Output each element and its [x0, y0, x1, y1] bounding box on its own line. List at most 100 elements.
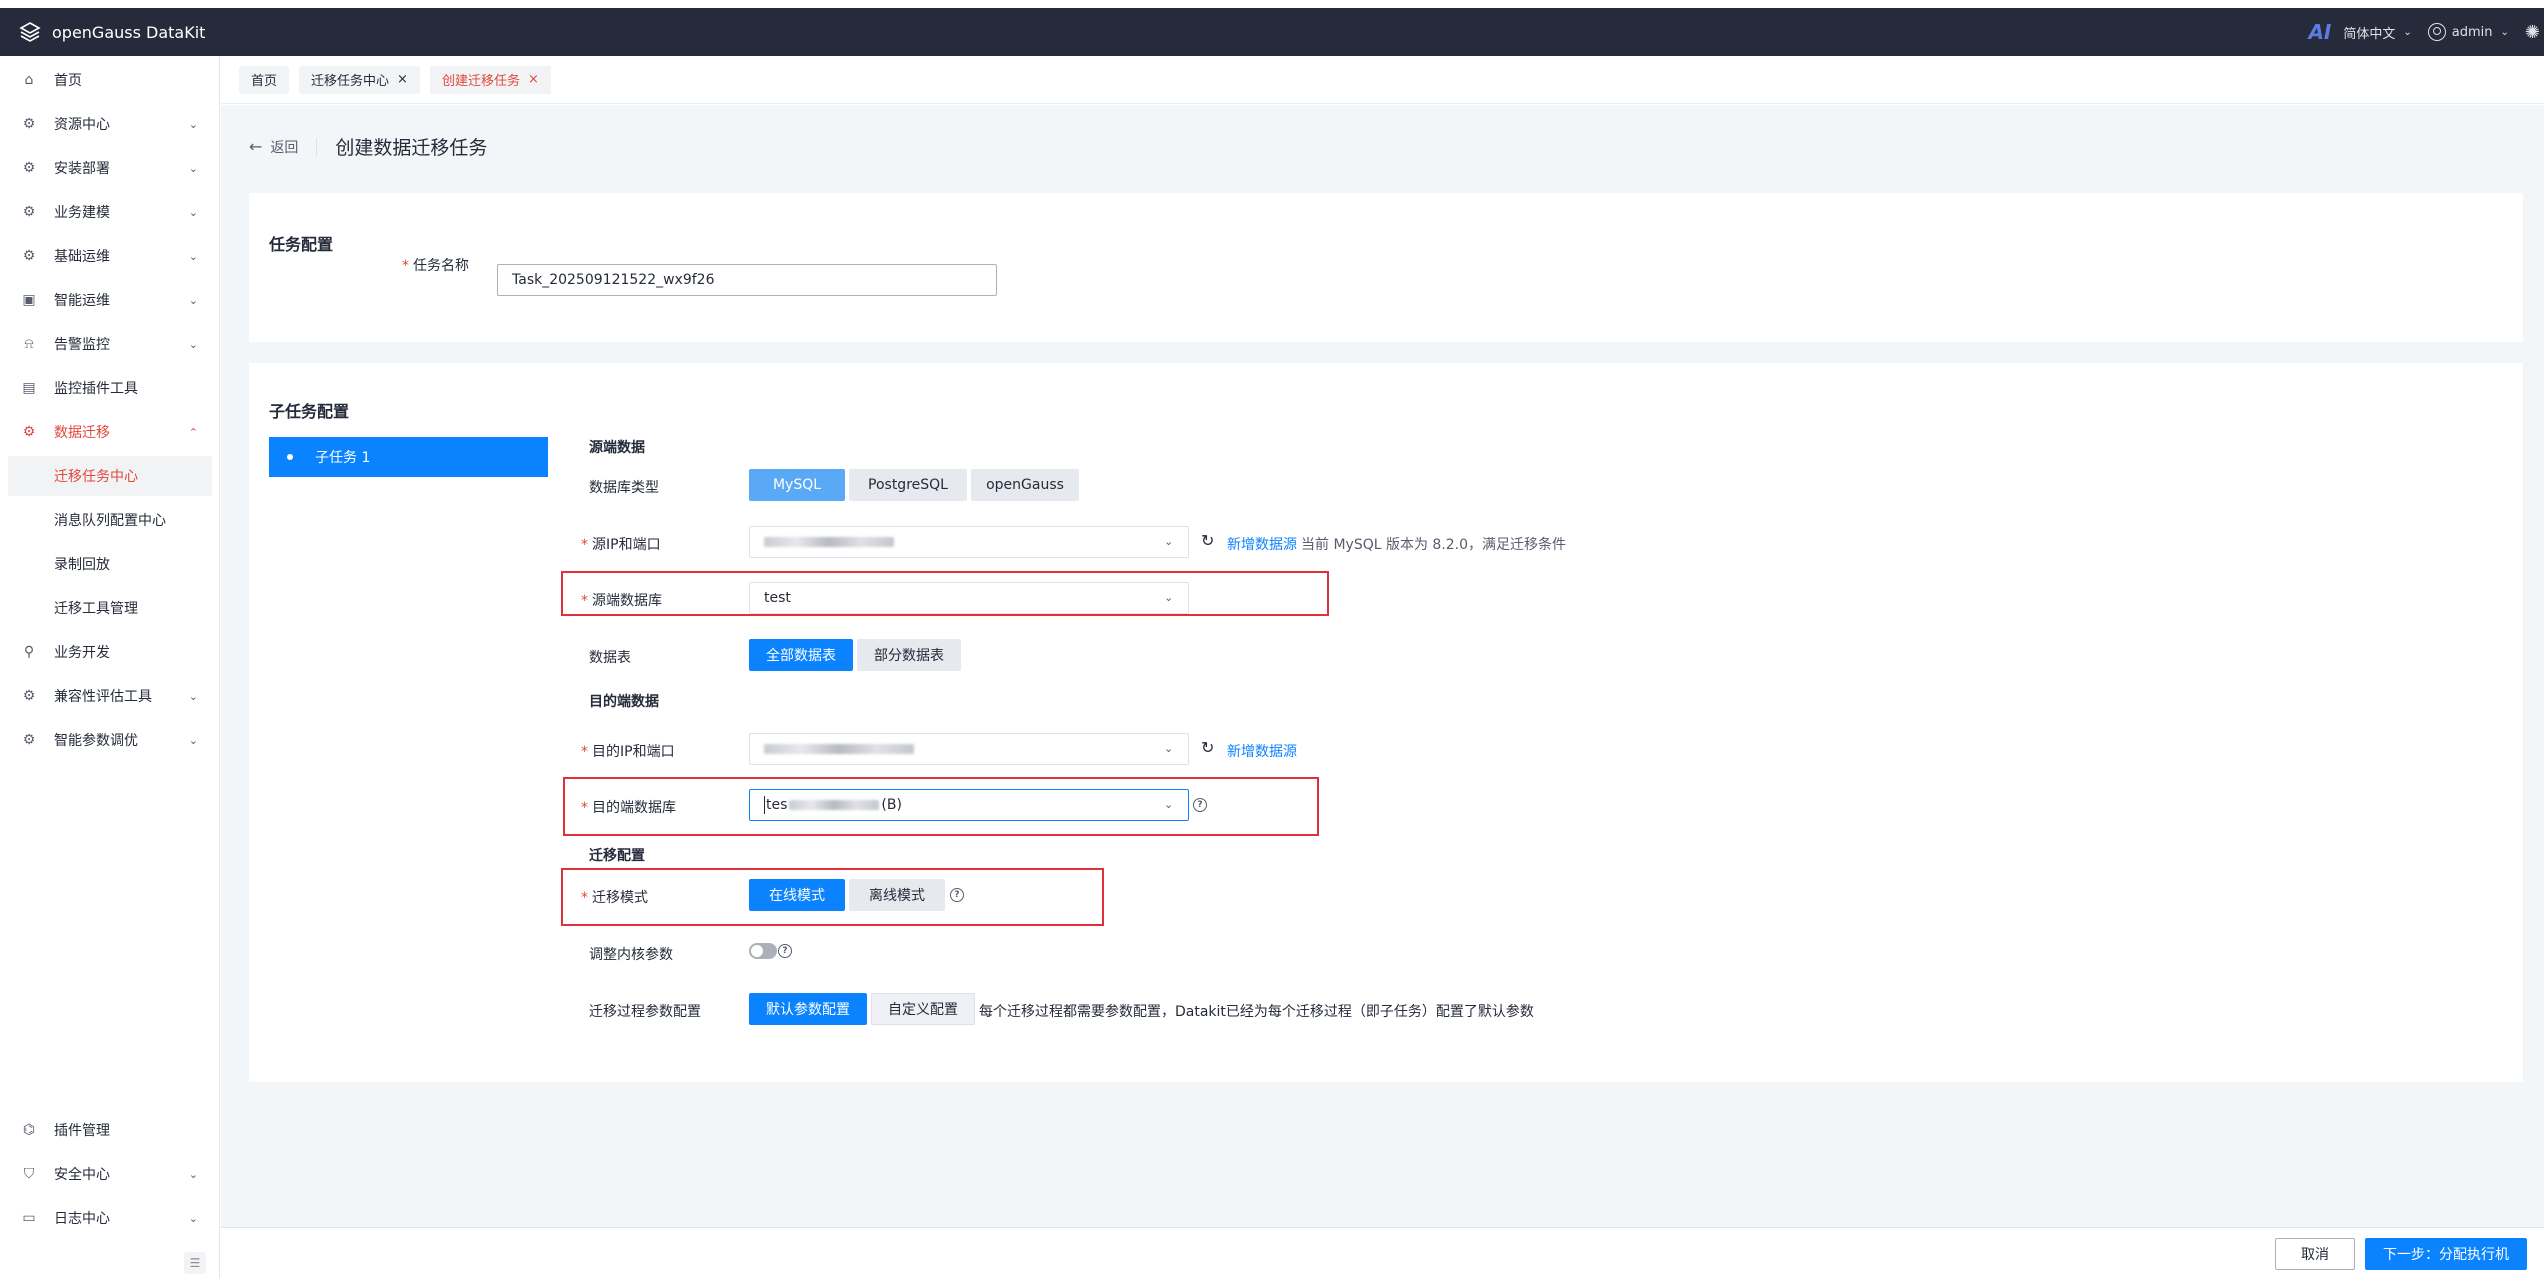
chevron-down-icon: ⌄	[188, 293, 198, 307]
sidebar-subitem-mq-config-center[interactable]: 消息队列配置中心	[8, 500, 212, 540]
source-ip-select[interactable]: ⌄	[749, 526, 1189, 558]
process-params-group: 默认参数配置 自定义配置	[749, 993, 979, 1025]
help-icon[interactable]: ?	[950, 888, 964, 902]
migration-mode-label: * 迁移模式	[581, 887, 648, 907]
next-step-button[interactable]: 下一步：分配执行机	[2365, 1238, 2527, 1270]
close-icon[interactable]: ×	[528, 72, 539, 87]
ai-assistant-button[interactable]: AI	[2308, 20, 2331, 44]
sidebar-item-home[interactable]: ⌂ 首页	[0, 60, 220, 100]
arrow-left-icon: ←	[249, 137, 263, 156]
theme-sun-icon[interactable]: ✺	[2525, 22, 2540, 43]
source-new-datasource-link[interactable]: 新增数据源	[1227, 534, 1297, 554]
offline-mode-button[interactable]: 离线模式	[849, 879, 945, 911]
sidebar-item-basic-ops[interactable]: ⚙ 基础运维 ⌄	[0, 236, 220, 276]
sidebar-subitem-record-replay[interactable]: 录制回放	[8, 544, 212, 584]
chevron-down-icon: ⌄	[2500, 26, 2509, 38]
sidebar-item-security-center[interactable]: ⛉ 安全中心 ⌄	[0, 1154, 220, 1194]
db-type-mysql[interactable]: MySQL	[749, 469, 845, 501]
user-menu[interactable]: admin ⌄	[2427, 23, 2509, 41]
page-header: ← 返回 创建数据迁移任务	[249, 133, 487, 160]
sidebar-item-param-tuning[interactable]: ⚙ 智能参数调优 ⌄	[0, 720, 220, 760]
selected-value-suffix: (B)	[881, 797, 902, 813]
label-text: 目的IP和端口	[592, 744, 675, 760]
close-icon[interactable]: ×	[397, 72, 408, 87]
gear-icon: ⚙	[22, 248, 36, 264]
sidebar-item-label: 智能运维	[54, 293, 110, 309]
target-new-datasource-link[interactable]: 新增数据源	[1227, 741, 1297, 761]
sidebar-item-smart-ops[interactable]: ▣ 智能运维 ⌄	[0, 280, 220, 320]
chevron-down-icon: ⌄	[188, 689, 198, 703]
sidebar-item-label: 资源中心	[54, 117, 110, 133]
partial-tables-button[interactable]: 部分数据表	[857, 639, 961, 671]
target-db-label: * 目的端数据库	[581, 797, 676, 817]
chevron-down-icon: ⌄	[1164, 535, 1174, 548]
custom-params-button[interactable]: 自定义配置	[871, 993, 975, 1025]
task-name-input[interactable]: Task_202509121522_wx9f26	[497, 264, 997, 296]
db-type-postgresql[interactable]: PostgreSQL	[849, 469, 967, 501]
gear-icon: ⚙	[22, 424, 36, 440]
tab-label: 创建迁移任务	[441, 74, 520, 89]
sidebar-item-data-migration[interactable]: ⚙ 数据迁移 ⌃	[0, 412, 220, 452]
help-icon[interactable]: ?	[1193, 798, 1207, 812]
sidebar-item-install-deploy[interactable]: ⚙ 安装部署 ⌄	[0, 148, 220, 188]
target-db-select[interactable]: tes (B) ⌄	[749, 789, 1189, 821]
text-cursor	[764, 796, 765, 814]
default-params-button[interactable]: 默认参数配置	[749, 993, 867, 1025]
table-scope-group: 全部数据表 部分数据表	[749, 639, 965, 671]
online-mode-button[interactable]: 在线模式	[749, 879, 845, 911]
sidebar-item-resource-center[interactable]: ⚙ 资源中心 ⌄	[0, 104, 220, 144]
back-button[interactable]: ← 返回	[249, 137, 298, 157]
sidebar-item-log-center[interactable]: ▭ 日志中心 ⌄	[0, 1198, 220, 1238]
logo[interactable]: openGauss DataKit	[18, 20, 205, 44]
tab-home[interactable]: 首页	[239, 65, 290, 94]
source-ip-label: * 源IP和端口	[581, 534, 661, 554]
divider	[316, 137, 318, 156]
top-strip	[0, 0, 2544, 8]
subtask-config-card: 子任务配置 子任务 1 源端数据 数据库类型 MySQL PostgreSQL …	[249, 363, 2523, 1082]
sidebar-item-monitor-plugin-tools[interactable]: ▤ 监控插件工具	[0, 368, 220, 408]
sidebar: ⌂ 首页 ⚙ 资源中心 ⌄ ⚙ 安装部署 ⌄ ⚙ 业务建模 ⌄ ⚙ 基础运维 ⌄…	[0, 56, 220, 1278]
header-right: AI 简体中文 ⌄ admin ⌄ ✺	[2308, 8, 2544, 56]
kernel-params-switch[interactable]	[749, 943, 777, 959]
sidebar-item-label: 基础运维	[54, 249, 110, 265]
required-mark: *	[402, 258, 409, 274]
sidebar-item-plugin-mgmt[interactable]: ⌬ 插件管理	[0, 1110, 220, 1150]
sidebar-subitem-migration-tool-mgmt[interactable]: 迁移工具管理	[8, 588, 212, 628]
all-tables-button[interactable]: 全部数据表	[749, 639, 853, 671]
sidebar-collapse-button[interactable]: ☰	[184, 1252, 206, 1274]
cancel-button[interactable]: 取消	[2275, 1238, 2355, 1270]
tab-label: 首页	[251, 74, 278, 89]
sidebar-item-business-dev[interactable]: ⚲ 业务开发	[0, 632, 220, 672]
refresh-icon[interactable]: ↻	[1201, 531, 1214, 550]
label-text: 任务名称	[413, 258, 469, 274]
sidebar-item-label: 数据迁移	[54, 425, 110, 441]
selected-value: test	[764, 590, 791, 606]
task-config-card: 任务配置 * 任务名称 Task_202509121522_wx9f26	[249, 193, 2523, 342]
subtask-item[interactable]: 子任务 1	[269, 437, 548, 477]
page-title: 创建数据迁移任务	[335, 137, 488, 159]
gear-icon: ⚙	[22, 732, 36, 748]
source-db-select[interactable]: test ⌄	[749, 582, 1189, 614]
tab-create-migration-task[interactable]: 创建迁移任务 ×	[429, 65, 551, 94]
target-ip-select[interactable]: ⌄	[749, 733, 1189, 765]
migration-group-title: 迁移配置	[589, 848, 645, 864]
user-name: admin	[2451, 24, 2493, 40]
monitor-icon: ▣	[22, 292, 36, 308]
task-name-label: * 任务名称	[339, 255, 469, 275]
refresh-icon[interactable]: ↻	[1201, 738, 1214, 757]
sidebar-subitem-migration-task-center[interactable]: 迁移任务中心	[8, 456, 212, 496]
shield-icon: ⛉	[23, 1166, 35, 1182]
source-group-title: 源端数据	[589, 440, 645, 456]
language-selector[interactable]: 简体中文 ⌄	[2343, 23, 2411, 42]
help-icon[interactable]: ?	[778, 944, 792, 958]
dot-icon	[287, 454, 293, 460]
sidebar-item-business-modeling[interactable]: ⚙ 业务建模 ⌄	[0, 192, 220, 232]
sidebar-item-compat-eval[interactable]: ⚙ 兼容性评估工具 ⌄	[0, 676, 220, 716]
db-type-opengauss[interactable]: openGauss	[971, 469, 1079, 501]
tab-migration-task-center[interactable]: 迁移任务中心 ×	[299, 65, 420, 94]
sidebar-item-label: 首页	[54, 73, 82, 89]
sidebar-item-alarm-monitor[interactable]: ⍾ 告警监控 ⌄	[0, 324, 220, 364]
label-text: 目的端数据库	[592, 800, 676, 816]
target-ip-label: * 目的IP和端口	[581, 741, 675, 761]
section-title: 任务配置	[269, 235, 334, 254]
